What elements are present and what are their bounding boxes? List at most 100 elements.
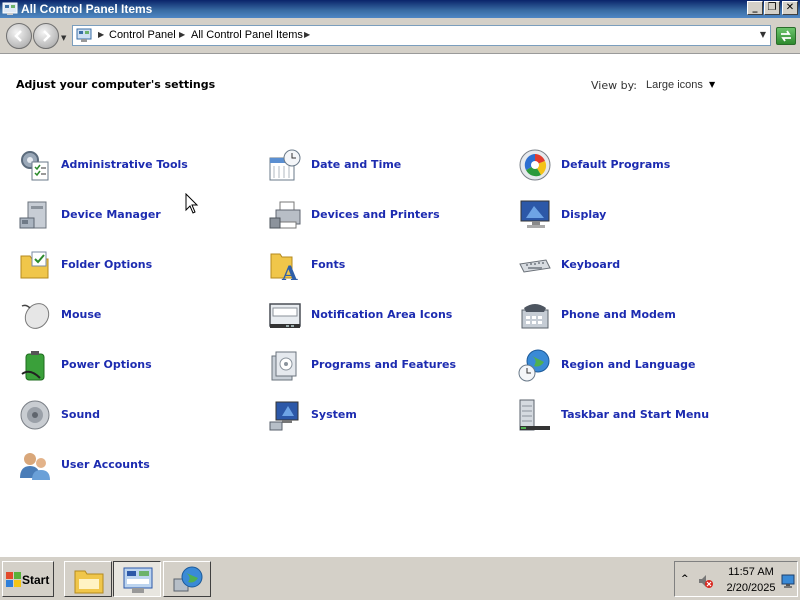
system-icon xyxy=(269,401,299,431)
monitor-icon xyxy=(520,200,550,228)
control-panel-icon xyxy=(2,2,18,15)
taskbar-icon xyxy=(519,399,550,431)
clock-time[interactable]: 11:57 AM xyxy=(725,566,777,578)
back-button[interactable] xyxy=(6,23,32,49)
item-phone-and-modem[interactable]: Phone and Modem xyxy=(518,298,758,332)
item-default-programs[interactable]: Default Programs xyxy=(518,148,758,182)
item-sound[interactable]: Sound xyxy=(18,398,258,432)
users-icon xyxy=(20,453,50,480)
item-label: Mouse xyxy=(61,308,102,321)
battery-icon xyxy=(21,351,45,381)
printer-icon xyxy=(269,201,301,229)
item-label: Notification Area Icons xyxy=(311,308,453,321)
taskbar-explorer-button[interactable] xyxy=(64,561,112,597)
item-user-accounts[interactable]: User Accounts xyxy=(18,448,258,482)
title-bar[interactable]: All Control Panel Items _ ❐ ✕ xyxy=(0,0,800,18)
item-programs-and-features[interactable]: Programs and Features xyxy=(268,348,508,382)
address-dropdown-icon[interactable]: ▼ xyxy=(760,30,766,39)
navigation-bar: ▼ ▶ Control Panel ▶ All Control Panel It… xyxy=(0,18,800,54)
control-panel-icon xyxy=(76,28,92,42)
item-region-and-language[interactable]: Region and Language xyxy=(518,348,758,382)
breadcrumb-separator-icon[interactable]: ▶ xyxy=(98,30,104,39)
taskbar: Start ^ 11:57 AM 2/20/2025 xyxy=(0,556,800,600)
mouse-cursor-icon xyxy=(185,193,199,214)
item-label: Folder Options xyxy=(61,258,153,271)
close-button[interactable]: ✕ xyxy=(782,1,798,15)
forward-button[interactable] xyxy=(33,23,59,49)
item-label: Programs and Features xyxy=(311,358,457,371)
item-power-options[interactable]: Power Options xyxy=(18,348,258,382)
item-label: Sound xyxy=(61,408,101,421)
item-notification-area-icons[interactable]: Notification Area Icons xyxy=(268,298,508,332)
item-label: Keyboard xyxy=(561,258,621,271)
item-folder-options[interactable]: Folder Options xyxy=(18,248,258,282)
breadcrumb-separator-icon[interactable]: ▶ xyxy=(304,30,310,39)
keyboard-icon xyxy=(519,259,551,273)
speaker-icon xyxy=(20,400,50,430)
control-panel-icon xyxy=(123,567,153,593)
system-tray: ^ 11:57 AM 2/20/2025 xyxy=(674,561,798,597)
item-devices-and-printers[interactable]: Devices and Printers xyxy=(268,198,508,232)
back-arrow-icon xyxy=(14,30,22,42)
taskbar-network-button[interactable] xyxy=(163,561,211,597)
item-taskbar-and-start-menu[interactable]: Taskbar and Start Menu xyxy=(518,398,758,432)
explorer-folder-icon xyxy=(74,570,104,594)
item-device-manager[interactable]: Device Manager xyxy=(18,198,258,232)
default-programs-icon xyxy=(519,149,551,181)
fonts-folder-icon: A xyxy=(270,253,298,282)
item-label: Region and Language xyxy=(561,358,696,371)
phone-modem-icon xyxy=(521,304,549,329)
address-bar[interactable]: ▶ Control Panel ▶ All Control Panel Item… xyxy=(72,25,771,46)
item-label: Default Programs xyxy=(561,158,671,171)
item-label: Power Options xyxy=(61,358,152,371)
refresh-button[interactable] xyxy=(776,27,796,45)
item-date-and-time[interactable]: Date and Time xyxy=(268,148,508,182)
control-panel-window: All Control Panel Items _ ❐ ✕ ▼ ▶ Contro… xyxy=(0,0,800,556)
item-label: Devices and Printers xyxy=(311,208,440,221)
admin-tools-icon xyxy=(21,151,49,181)
item-label: Device Manager xyxy=(61,208,161,221)
mouse-icon xyxy=(21,303,50,329)
item-system[interactable]: System xyxy=(268,398,508,432)
breadcrumb-all-items[interactable]: All Control Panel Items xyxy=(191,29,303,41)
programs-features-icon xyxy=(271,351,297,381)
item-administrative-tools[interactable]: Administrative Tools xyxy=(18,148,258,182)
window-title: All Control Panel Items xyxy=(21,2,153,16)
item-label: Taskbar and Start Menu xyxy=(561,408,710,421)
show-hidden-icons-button[interactable]: ^ xyxy=(681,574,689,584)
item-label: User Accounts xyxy=(61,458,150,471)
view-by-select[interactable]: Large icons xyxy=(646,79,703,91)
notification-area-icon xyxy=(269,303,301,328)
folder-options-icon xyxy=(20,251,49,279)
taskbar-control-panel-button[interactable] xyxy=(113,561,161,597)
item-keyboard[interactable]: Keyboard xyxy=(518,248,758,282)
item-fonts[interactable]: A Fonts xyxy=(268,248,508,282)
refresh-icon xyxy=(781,30,791,42)
svg-text:A: A xyxy=(281,261,298,282)
breadcrumb-control-panel[interactable]: Control Panel xyxy=(109,29,176,41)
page-heading: Adjust your computer's settings xyxy=(16,78,216,91)
clock-calendar-icon xyxy=(269,149,301,181)
view-by-label: View by: xyxy=(591,79,637,92)
item-label: Display xyxy=(561,208,607,221)
chevron-down-icon[interactable]: ▼ xyxy=(709,80,715,89)
device-manager-icon xyxy=(19,201,47,229)
forward-arrow-icon xyxy=(43,30,51,42)
item-label: Date and Time xyxy=(311,158,402,171)
maximize-button[interactable]: ❐ xyxy=(764,1,780,15)
network-globe-icon xyxy=(173,566,203,592)
minimize-button[interactable]: _ xyxy=(747,1,763,15)
recent-pages-dropdown[interactable]: ▼ xyxy=(61,34,66,42)
volume-muted-icon[interactable] xyxy=(697,573,713,589)
globe-clock-icon xyxy=(518,349,550,382)
clock-date[interactable]: 2/20/2025 xyxy=(723,582,779,594)
start-label: Start xyxy=(22,573,50,587)
windows-logo-icon xyxy=(6,572,21,587)
item-label: Phone and Modem xyxy=(561,308,676,321)
network-status-icon[interactable] xyxy=(781,573,797,589)
item-display[interactable]: Display xyxy=(518,198,758,232)
item-mouse[interactable]: Mouse xyxy=(18,298,258,332)
start-button[interactable]: Start xyxy=(2,561,54,597)
item-label: Administrative Tools xyxy=(61,158,188,171)
breadcrumb-separator-icon[interactable]: ▶ xyxy=(179,30,185,39)
